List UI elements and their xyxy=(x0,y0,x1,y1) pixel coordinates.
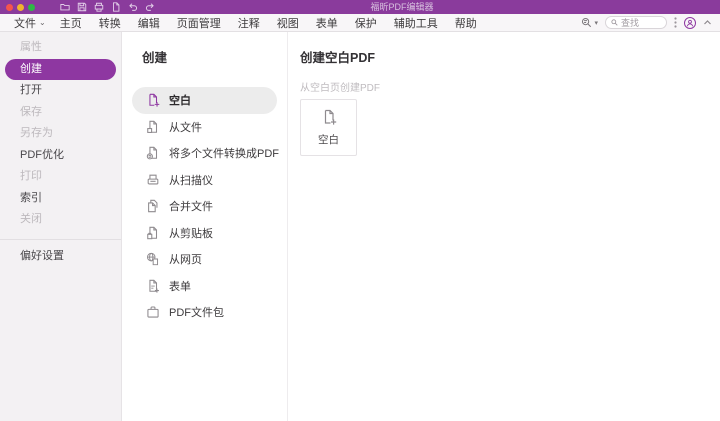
pdf-portfolio-icon xyxy=(145,305,160,320)
sidebar-item[interactable]: 索引 xyxy=(0,188,121,210)
menu-item[interactable]: 辅助工具 xyxy=(394,15,441,31)
title-bar: 福昕PDF编辑器 xyxy=(0,0,720,14)
kebab-menu-icon[interactable] xyxy=(674,17,677,28)
scanner-icon xyxy=(145,172,160,187)
collapse-ribbon-button[interactable] xyxy=(703,18,712,27)
create-option[interactable]: 表单 xyxy=(132,273,277,300)
save-icon[interactable] xyxy=(76,2,87,13)
menubar-right-tools: ▾ xyxy=(581,16,712,29)
create-option[interactable]: PDF文件包 xyxy=(132,299,277,326)
form-icon xyxy=(145,278,160,293)
chevron-up-icon xyxy=(704,20,711,25)
search-icon xyxy=(611,19,618,26)
menu-item[interactable]: 帮助 xyxy=(455,15,480,31)
traffic-lights xyxy=(6,3,35,11)
webpage-icon xyxy=(145,252,160,267)
blank-doc-icon xyxy=(321,109,337,125)
clipboard-icon xyxy=(145,225,160,240)
menu-item[interactable]: 文件 ⌄ xyxy=(14,15,46,31)
chevron-down-icon: ⌄ xyxy=(39,17,46,27)
sidebar-divider xyxy=(0,238,121,240)
menu-item[interactable]: 视图 xyxy=(277,15,302,31)
create-options-list: 空白 从文件 将多个文件转换成PDF 从扫描仪 合并文件 从剪贴板 从网页 表单… xyxy=(122,87,287,326)
redo-icon[interactable] xyxy=(144,2,155,13)
combine-files-icon xyxy=(145,199,160,214)
chevron-down-icon: ▾ xyxy=(594,19,598,27)
sidebar-item[interactable]: 属性 xyxy=(0,37,121,59)
menu-item[interactable]: 表单 xyxy=(316,15,341,31)
from-file-icon xyxy=(145,119,160,134)
detail-panel-subtitle: 从空白页创建PDF xyxy=(300,83,380,94)
create-option[interactable]: 空白 xyxy=(132,87,277,114)
create-option[interactable]: 合并文件 xyxy=(132,193,277,220)
menu-item[interactable]: 主页 xyxy=(60,15,85,31)
menu-item[interactable]: 页面管理 xyxy=(177,15,224,31)
account-avatar-button[interactable] xyxy=(684,16,696,29)
menu-item[interactable]: 编辑 xyxy=(138,15,163,31)
menu-item[interactable]: 保护 xyxy=(355,15,380,31)
menu-bar: 文件 ⌄ 主页 转换 编辑 页面管理 注释 视图 表单 保护 辅助工具 帮助 ▾… xyxy=(0,14,720,32)
close-window-button[interactable] xyxy=(6,3,13,11)
create-option[interactable]: 从扫描仪 xyxy=(132,167,277,194)
search-box[interactable] xyxy=(605,16,667,29)
sidebar-item[interactable]: 另存为 xyxy=(0,123,121,145)
sidebar-item[interactable]: 打印 xyxy=(0,166,121,188)
sidebar-item[interactable]: 打开 xyxy=(0,80,121,102)
sidebar-item[interactable]: 保存 xyxy=(0,102,121,124)
file-sidebar: 属性 创建 打开 保存 另存为 PDF优化 打印 索引 关闭 偏好设置 xyxy=(0,32,122,421)
search-input[interactable] xyxy=(621,17,661,28)
zoom-window-button[interactable] xyxy=(28,3,35,11)
blank-pdf-card[interactable]: 空白 xyxy=(300,99,357,156)
sidebar-item[interactable]: PDF优化 xyxy=(0,145,121,167)
create-option[interactable]: 从网页 xyxy=(132,246,277,273)
sidebar-item[interactable]: 关闭 xyxy=(0,209,121,231)
window-title: 福昕PDF编辑器 xyxy=(370,2,434,12)
print-icon[interactable] xyxy=(93,2,104,13)
sidebar-item-preferences[interactable]: 偏好设置 xyxy=(0,246,121,268)
create-option[interactable]: 从剪贴板 xyxy=(132,220,277,247)
convert-multiple-icon xyxy=(145,146,160,161)
blank-card-label: 空白 xyxy=(318,133,339,146)
backstage-content: 属性 创建 打开 保存 另存为 PDF优化 打印 索引 关闭 偏好设置 创建 空白 从文件 xyxy=(0,32,720,421)
sidebar-nav: 属性 创建 打开 保存 另存为 PDF优化 打印 索引 关闭 xyxy=(0,37,121,231)
minimize-window-button[interactable] xyxy=(17,3,24,11)
app-window: 福昕PDF编辑器 文件⌄ 主页 转换 编辑 页面管理 注释 视图 表单 保护 xyxy=(0,0,720,421)
create-panel: 创建 空白 从文件 将多个文件转换成PDF 从扫描仪 合并文件 从剪贴板 从网页… xyxy=(122,32,288,421)
quick-access-toolbar xyxy=(59,2,155,13)
search-options-icon xyxy=(582,17,592,28)
blank-doc-icon xyxy=(145,93,160,108)
sidebar-item[interactable]: 创建 xyxy=(5,58,116,80)
menu-item[interactable]: 注释 xyxy=(238,15,263,31)
user-icon xyxy=(686,19,694,26)
menu-list: 文件 ⌄ 主页 转换 编辑 页面管理 注释 视图 表单 保护 辅助工具 帮助 xyxy=(14,15,480,31)
create-option[interactable]: 将多个文件转换成PDF xyxy=(132,140,279,167)
detail-panel: 创建空白PDF 从空白页创建PDF 空白 xyxy=(288,32,720,421)
menu-item[interactable]: 转换 xyxy=(99,15,124,31)
create-option[interactable]: 从文件 xyxy=(132,114,277,141)
advanced-search-button[interactable]: ▾ xyxy=(581,17,598,28)
detail-panel-title: 创建空白PDF xyxy=(300,51,376,65)
new-document-icon[interactable] xyxy=(110,2,121,13)
create-panel-title: 创建 xyxy=(142,51,168,65)
open-folder-icon[interactable] xyxy=(59,2,70,13)
undo-icon[interactable] xyxy=(127,2,138,13)
